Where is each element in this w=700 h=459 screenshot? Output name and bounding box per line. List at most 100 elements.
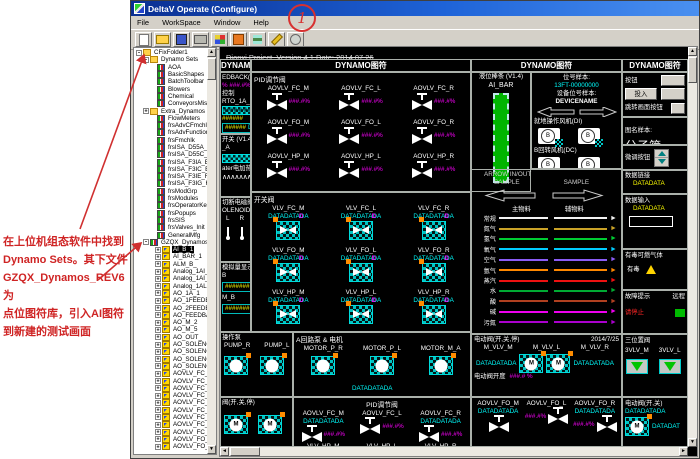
- tree-item[interactable]: + AO_1A_1: [135, 290, 207, 297]
- tree-item[interactable]: + Analog_1AI_2B: [135, 268, 207, 275]
- tree-item[interactable]: + Analog_1AI_9: [135, 275, 207, 282]
- palette-symbol[interactable]: VLV_FC_R DATADATADA: [397, 205, 470, 247]
- tree-expand-box[interactable]: +: [155, 444, 161, 450]
- tree-item[interactable]: frsAdvFunctions_F: [135, 129, 207, 136]
- tree-item[interactable]: + AO_SOLENOID_B_: [135, 363, 207, 370]
- palette-symbol[interactable]: VLV_FC_L DATADATADA: [325, 205, 398, 247]
- tree-item[interactable]: - GZQX_Dynamos_REV6: [135, 239, 207, 246]
- toolbar-button[interactable]: [268, 32, 285, 47]
- tree-item[interactable]: + AOVLV_FC_M_5: [135, 407, 207, 414]
- toolbar-button[interactable]: [230, 32, 247, 47]
- tree-expand-box[interactable]: +: [155, 400, 161, 406]
- menu-item[interactable]: Help: [253, 18, 268, 27]
- palette-symbol[interactable]: VLV_HP_L DATADATADA: [325, 289, 398, 331]
- tree-item[interactable]: + Extra_Dynamos: [135, 107, 207, 114]
- tree-expand-box[interactable]: +: [155, 254, 161, 260]
- scroll-up-icon[interactable]: ▲: [207, 48, 216, 57]
- title-bar[interactable]: DeltaV Operate (Configure): [131, 1, 699, 16]
- tree-item[interactable]: + AOVLV_FC_M_2: [135, 392, 207, 399]
- switch-value-box[interactable]: [222, 154, 251, 163]
- tree-item[interactable]: + AOVLV_FC_M_4: [135, 399, 207, 406]
- palette-symbol[interactable]: VLV_FO_R DATADATADA: [397, 247, 470, 289]
- palette-symbol[interactable]: AOVLV_HP_R ###.#%: [397, 153, 470, 187]
- tree-expand-box[interactable]: +: [155, 334, 161, 340]
- palette-symbol[interactable]: AOVLV_FC_R DATADATADA ###.#%: [411, 410, 470, 443]
- pump-icon[interactable]: [224, 356, 248, 375]
- tree-item[interactable]: + AO_1FEEDBACK_: [135, 297, 207, 304]
- legend-row[interactable]: 蒸汽: [474, 275, 621, 285]
- tree-expand-box[interactable]: -: [143, 57, 149, 63]
- tree-item[interactable]: + AOVLV_FC_R_: [135, 421, 207, 428]
- tree-expand-box[interactable]: +: [155, 393, 161, 399]
- warning-triangle-icon[interactable]: [646, 265, 656, 274]
- spinner-control[interactable]: [654, 149, 669, 167]
- palette-symbol[interactable]: MOTOR_P_R: [294, 345, 353, 385]
- tree-item[interactable]: + AOVLV_FC_R_1: [135, 428, 207, 435]
- spin-down-icon[interactable]: [658, 159, 666, 164]
- tree-item[interactable]: frsModules: [135, 195, 207, 202]
- tree-item[interactable]: + AOVLV_FC_L_2: [135, 377, 207, 384]
- tree-vscrollbar[interactable]: ▲ ▼: [207, 48, 216, 454]
- toolbar-button[interactable]: [192, 32, 209, 47]
- motor-valve-icon[interactable]: M: [224, 415, 248, 434]
- tree-item[interactable]: frsISA_D55A_B: [135, 144, 207, 151]
- tree-expand-box[interactable]: +: [155, 436, 161, 442]
- menu-item[interactable]: Window: [214, 18, 241, 27]
- tree-item[interactable]: + ALM_B_: [135, 261, 207, 268]
- tree-item[interactable]: + AI_BAR_1: [135, 253, 207, 260]
- tree-expand-box[interactable]: +: [155, 422, 161, 428]
- palette-symbol[interactable]: AOVLV_HP_L ###.#%: [325, 153, 398, 187]
- palette-symbol[interactable]: AOVLV_FC_L ###.#%: [325, 85, 398, 119]
- tree-expand-box[interactable]: +: [155, 385, 161, 391]
- tree-expand-box[interactable]: +: [155, 378, 161, 384]
- legend-row[interactable]: 氩气: [474, 265, 621, 275]
- tree-item[interactable]: frsISA_F3IA_B: [135, 158, 207, 165]
- tree-item[interactable]: frsISA_F3IG_H_I: [135, 180, 207, 187]
- analog-display[interactable]: ####### DATA: [222, 282, 251, 292]
- tree-item[interactable]: frsISA_F3IE_F: [135, 173, 207, 180]
- tree-expand-box[interactable]: +: [155, 407, 161, 413]
- palette-symbol[interactable]: AOVLV_FO_L ###.#%: [522, 400, 570, 433]
- tree-item[interactable]: + AO_SOLENOID_M_: [135, 348, 207, 355]
- canvas-hscrollbar[interactable]: ◄ ►: [220, 447, 688, 456]
- tree-item[interactable]: + AI_B_1: [135, 246, 207, 253]
- tree-item[interactable]: + AOVLV_FO_L_: [135, 436, 207, 443]
- palette-symbol[interactable]: AOVLV_FO_L ###.#%: [325, 119, 398, 153]
- palette-symbol[interactable]: VLV_HP_M DATADATADA: [252, 289, 325, 331]
- tree-expand-box[interactable]: +: [155, 290, 161, 296]
- tree-item[interactable]: frsAdvCFmchlk: [135, 122, 207, 129]
- tree-expand-box[interactable]: +: [155, 261, 161, 267]
- fan-icon[interactable]: B: [578, 128, 600, 144]
- palette-symbol[interactable]: AOVLV_HP_M ###.#%: [252, 153, 325, 187]
- tree-expand-box[interactable]: +: [155, 269, 161, 275]
- motor-valve-icon[interactable]: M: [519, 354, 543, 373]
- legend-row[interactable]: 空气: [474, 255, 621, 265]
- tree-expand-box[interactable]: -: [143, 239, 149, 245]
- tree-expand-box[interactable]: +: [155, 283, 161, 289]
- jump-button[interactable]: [671, 103, 685, 114]
- tree-item[interactable]: + AO_SOLENOID_M_4: [135, 355, 207, 362]
- tree-expand-box[interactable]: +: [155, 327, 161, 333]
- tree-expand-box[interactable]: +: [155, 414, 161, 420]
- palette-symbol[interactable]: VLV_FO_M DATADATADA: [252, 247, 325, 289]
- tree-item[interactable]: frsISA_F3IC_B: [135, 166, 207, 173]
- tree-expand-box[interactable]: +: [155, 363, 161, 369]
- data-input-field[interactable]: [629, 216, 673, 227]
- tree-item[interactable]: + AOVLV_FC_M_6: [135, 414, 207, 421]
- sample-arrow-left-icon[interactable]: [484, 189, 536, 202]
- tree-expand-box[interactable]: +: [155, 429, 161, 435]
- legend-row[interactable]: 常规: [474, 213, 621, 223]
- palette-symbol[interactable]: VLV_HP_R DATADATADA: [397, 289, 470, 331]
- tree-item[interactable]: - CFixFolder1: [135, 49, 207, 56]
- data-display[interactable]: ###### DATA: [222, 123, 251, 133]
- tree-expand-box[interactable]: +: [155, 342, 161, 348]
- fan-icon[interactable]: B: [538, 157, 560, 169]
- palette-symbol[interactable]: VLV_FO_L DATADATADA: [325, 247, 398, 289]
- palette-symbol[interactable]: AOVLV_FO_R ###.#%: [397, 119, 470, 153]
- scroll-down-icon[interactable]: ▼: [207, 445, 216, 454]
- tree-item[interactable]: frsOperatorKeyBoa: [135, 202, 207, 209]
- palette-symbol[interactable]: AOVLV_FO_M DATADATADA: [474, 400, 522, 433]
- tree-expand-box[interactable]: +: [155, 371, 161, 377]
- tree-item[interactable]: GeneralMfg: [135, 231, 207, 238]
- tree-item[interactable]: ConveyorsMisc: [135, 100, 207, 107]
